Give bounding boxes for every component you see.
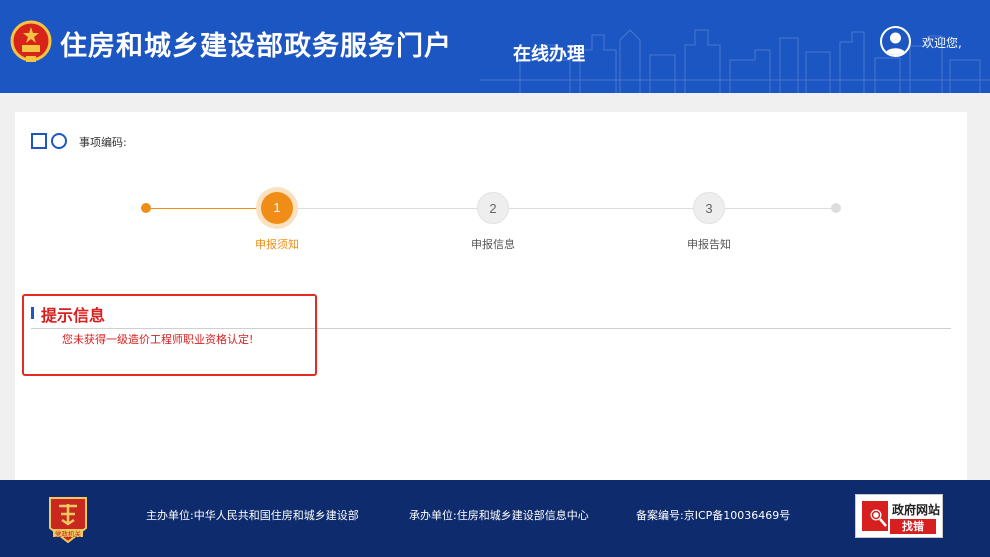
progress-line-done [147,208,277,209]
badge-text: 党政机关 [55,529,82,538]
welcome-text: 欢迎您, [922,36,962,50]
party-government-badge-icon[interactable]: 党政机关 [47,494,89,544]
progress-start-dot [141,203,151,213]
progress-end-dot [831,203,841,213]
footer-organizer: 承办单位:住房和城乡建设部信息中心 [409,509,589,522]
magnifier-icon [862,501,888,531]
footer-icp[interactable]: 备案编号:京ICP备10036469号 [636,507,790,523]
section-title: 在线办理 [513,44,585,65]
site-footer: 党政机关 主办单位:中华人民共和国住房和城乡建设部 承办单位:住房和城乡建设部信… [0,480,990,557]
step-2-label: 申报信息 [471,238,515,251]
step-1-circle: 1 [261,192,293,224]
main-card: 事项编码: 1 申报须知 2 申报信息 3 申报告知 提示信息 您未获得一级造价… [15,112,967,482]
step-1-label: 申报须知 [255,238,299,251]
step-2-circle: 2 [477,192,509,224]
hint-message: 您未获得一级造价工程师职业资格认定! [62,333,254,346]
progress-line-todo [277,208,837,209]
footer-host: 主办单位:中华人民共和国住房和城乡建设部 [146,509,359,522]
national-emblem-icon [10,20,52,62]
hint-divider [31,328,951,329]
step-3-label: 申报告知 [687,238,731,251]
site-title[interactable]: 住房和城乡建设部政务服务门户 [60,24,452,63]
find-error-title: 政府网站 [892,503,941,517]
find-error-sub: 找错 [890,519,936,534]
progress-steps: 1 申报须知 2 申报信息 3 申报告知 [15,112,967,272]
find-error-button[interactable]: 政府网站 找错 [855,494,943,538]
step-3-circle: 3 [693,192,725,224]
site-header: 住房和城乡建设部政务服务门户 在线办理 欢迎您, [0,0,990,93]
user-avatar-icon[interactable] [880,26,911,57]
hint-title: 提示信息 [41,306,106,325]
hint-title-marker [31,307,34,319]
